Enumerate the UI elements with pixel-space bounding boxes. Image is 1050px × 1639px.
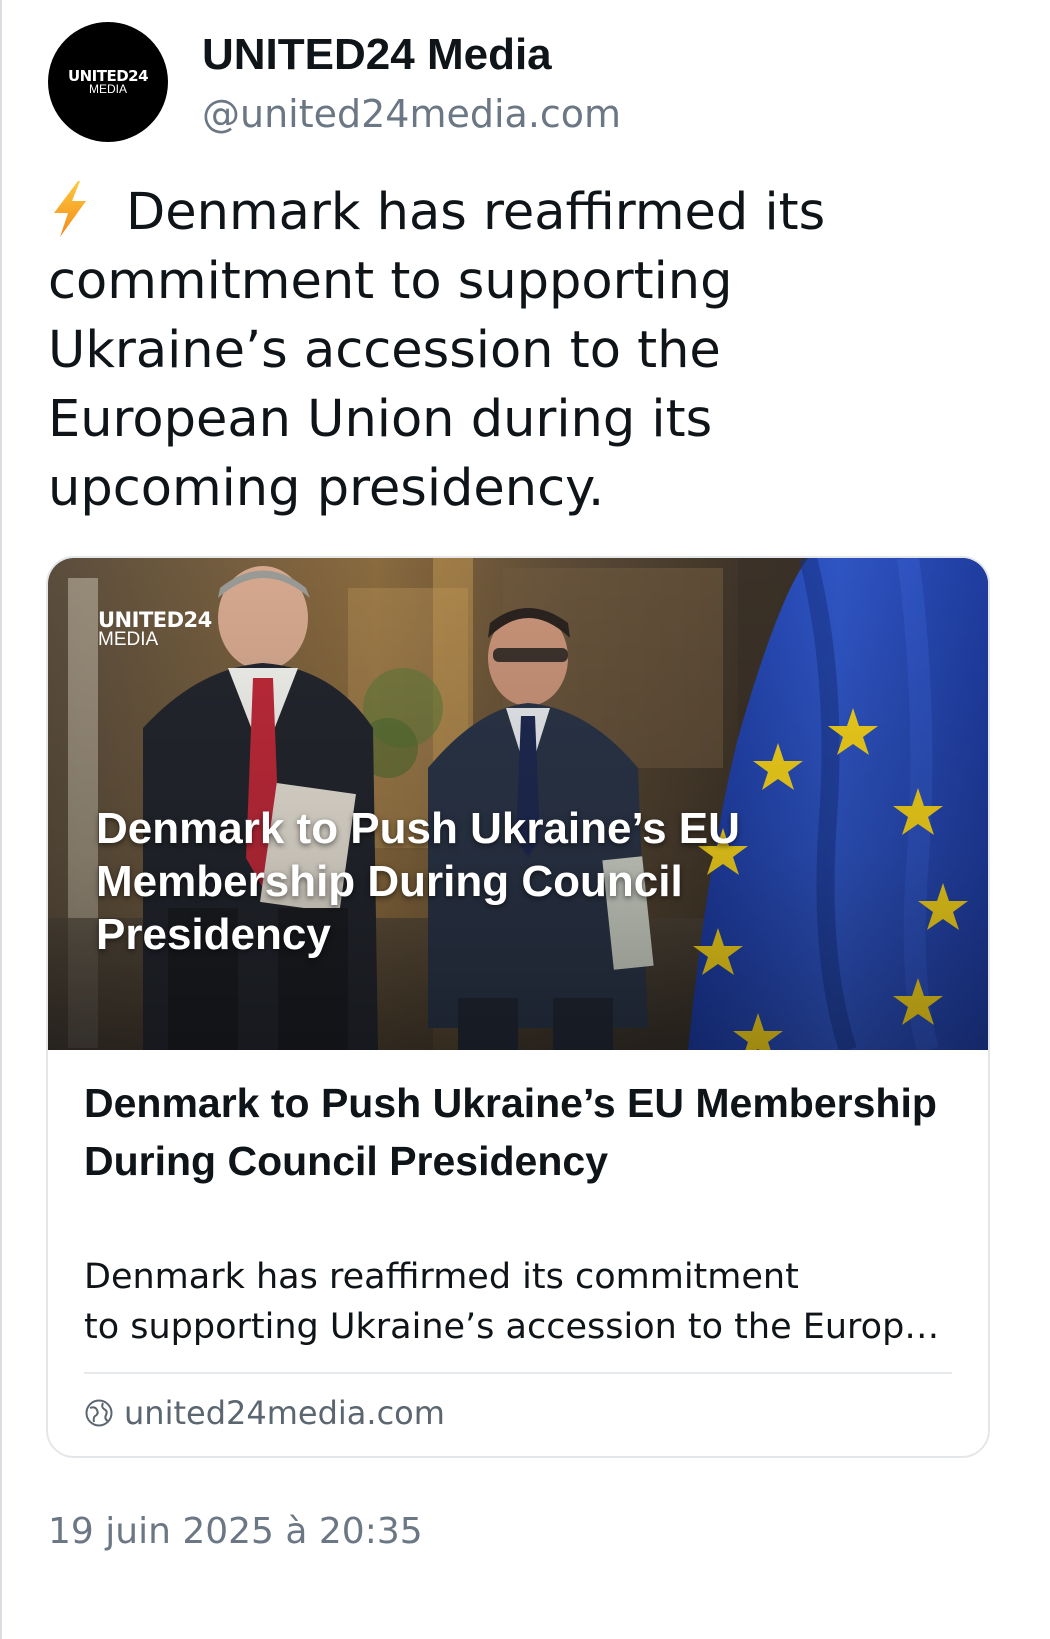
author-display-name[interactable]: UNITED24 Media [202, 28, 552, 82]
link-card-domain[interactable]: united24media.com [84, 1390, 445, 1436]
lightning-bolt-icon [54, 181, 86, 237]
image-overlay-logo: UNITED24 MEDIA [98, 610, 212, 650]
avatar-logo-sub: MEDIA [88, 81, 127, 96]
left-edge-divider [0, 0, 2, 1639]
avatar-logo-main: UNITED24 [67, 66, 149, 85]
image-overlay-headline: Denmark to Push Ukraine’s EU Membership … [96, 804, 740, 959]
author-avatar[interactable]: UNITED24 MEDIA [48, 22, 168, 142]
link-card-divider [84, 1372, 952, 1374]
link-card-title[interactable]: Denmark to Push Ukraine’s EU Membership … [84, 1074, 944, 1190]
link-preview-image[interactable]: UNITED24 MEDIA Denmark to Push Ukraine’s… [48, 558, 988, 1050]
image-overlay-logo-main: UNITED24 [98, 608, 212, 632]
globe-icon [85, 1399, 113, 1427]
post-text: Denmark has reaffirmed its commitment to… [48, 178, 848, 523]
link-card-domain-text: united24media.com [124, 1394, 445, 1432]
link-card-description: Denmark has reaffirmed its commitment to… [84, 1252, 954, 1352]
link-card-description-line2: to supporting Ukraine’s accession to the… [84, 1307, 954, 1347]
post-timestamp[interactable]: 19 juin 2025 à 20:35 [48, 1508, 423, 1556]
author-handle[interactable]: @united24media.com [202, 88, 621, 140]
post-text-body: Denmark has reaffirmed its commitment to… [48, 183, 826, 518]
image-overlay-logo-sub: MEDIA [98, 629, 159, 650]
link-preview-card[interactable]: UNITED24 MEDIA Denmark to Push Ukraine’s… [46, 556, 990, 1458]
link-card-description-line1: Denmark has reaffirmed its commitment [84, 1257, 799, 1297]
